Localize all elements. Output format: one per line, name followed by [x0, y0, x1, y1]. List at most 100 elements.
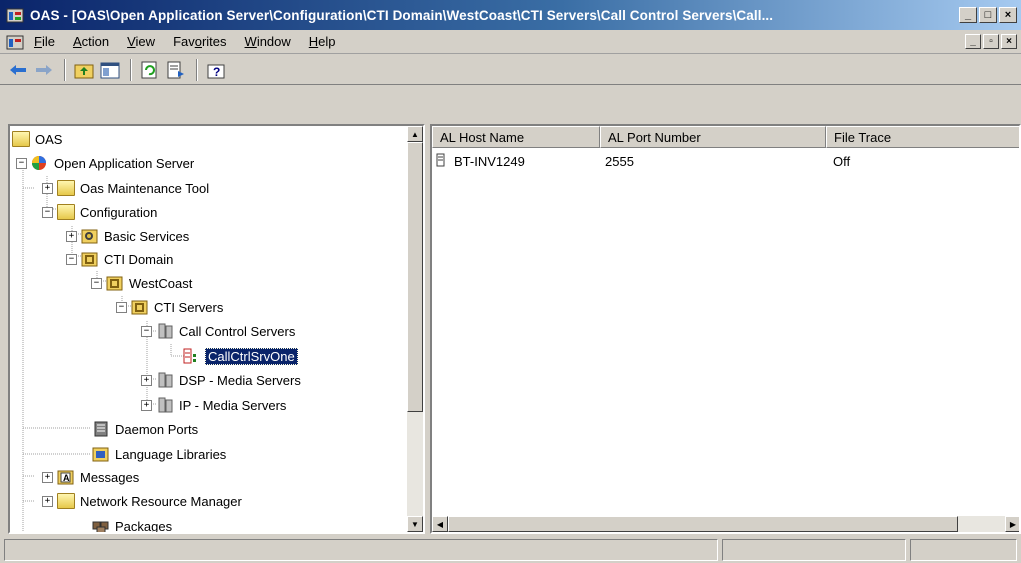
tree-item-configuration[interactable]: − Configuration	[42, 201, 157, 223]
tree-item-daemon-ports[interactable]: Daemon Ports	[92, 418, 198, 440]
scroll-down-button[interactable]: ▼	[407, 516, 423, 532]
menu-bar: File Action View Favorites Window Help _…	[0, 30, 1021, 54]
column-header-port-number[interactable]: AL Port Number	[600, 126, 826, 148]
close-button[interactable]: ×	[999, 7, 1017, 23]
tree-item-label: Packages	[115, 518, 173, 534]
document-icon[interactable]	[6, 33, 24, 51]
domain-icon	[106, 275, 124, 291]
scroll-up-button[interactable]: ▲	[407, 126, 423, 142]
app-icon[interactable]	[6, 6, 24, 24]
menu-window[interactable]: Window	[245, 34, 291, 49]
tree-item-call-control-servers[interactable]: − Call Control Servers	[141, 320, 295, 342]
tree-item-label: Configuration	[80, 204, 158, 220]
scroll-right-button[interactable]: ▶	[1005, 516, 1019, 532]
tree-item-oas-maintenance-tool[interactable]: + Oas Maintenance Tool	[42, 177, 209, 199]
tree-vertical-scrollbar[interactable]: ▲ ▼	[407, 126, 423, 532]
tree-item-open-application-server[interactable]: − Open Application Server	[16, 152, 194, 174]
tree-item-oas[interactable]: OAS	[12, 128, 62, 150]
cell-file-trace: Off	[833, 154, 851, 169]
packages-icon	[92, 518, 110, 532]
refresh-icon[interactable]	[138, 58, 162, 82]
server-group-icon	[156, 372, 174, 388]
tree-item-label: Open Application Server	[54, 155, 195, 171]
svg-text:A: A	[63, 473, 70, 483]
tree-item-label: IP - Media Servers	[179, 397, 287, 413]
server-icon	[31, 155, 49, 171]
collapse-toggle[interactable]: −	[16, 157, 27, 169]
help-icon[interactable]: ?	[204, 58, 228, 82]
tree-item-language-libraries[interactable]: Language Libraries	[92, 443, 226, 465]
tree-item-cti-domain[interactable]: − CTI Domain	[66, 248, 173, 270]
host-row-icon	[436, 153, 446, 170]
expand-toggle[interactable]: +	[42, 182, 53, 194]
tree-item-dsp-media-servers[interactable]: + DSP - Media Servers	[141, 369, 301, 391]
cell-host-name: BT-INV1249	[454, 154, 525, 169]
status-cell-main	[4, 539, 718, 561]
tree-item-label: Language Libraries	[115, 446, 227, 462]
folder-icon	[57, 180, 75, 196]
forward-icon[interactable]	[32, 58, 56, 82]
menu-favorites[interactable]: Favorites	[173, 34, 226, 49]
show-tree-icon[interactable]	[98, 58, 122, 82]
scroll-thumb[interactable]	[407, 142, 423, 412]
ports-icon	[92, 421, 110, 437]
up-folder-icon[interactable]	[72, 58, 96, 82]
back-icon[interactable]	[6, 58, 30, 82]
table-row[interactable]: BT-INV1249 2555 Off	[432, 150, 1019, 172]
svg-text:?: ?	[213, 65, 220, 79]
tree-item-messages[interactable]: + A Messages	[42, 466, 139, 488]
collapse-toggle[interactable]: −	[141, 325, 152, 337]
tree-item-label: Oas Maintenance Tool	[80, 180, 210, 196]
tree-item-label: CTI Domain	[104, 251, 174, 267]
tree-item-label: Daemon Ports	[115, 421, 199, 437]
mdi-restore-button[interactable]: ▫	[983, 34, 999, 49]
maximize-button[interactable]: □	[979, 7, 997, 23]
export-list-icon[interactable]	[164, 58, 188, 82]
status-cell-2	[722, 539, 906, 561]
expand-toggle[interactable]: +	[141, 374, 152, 386]
menu-file[interactable]: File	[34, 34, 55, 49]
tree-item-basic-services[interactable]: + Basic Services	[66, 225, 189, 247]
menu-action[interactable]: Action	[73, 34, 109, 49]
tree-item-label: CallCtrlSrvOne	[205, 347, 298, 365]
collapse-toggle[interactable]: −	[116, 301, 127, 313]
column-header-host-name[interactable]: AL Host Name	[432, 126, 600, 148]
tree-item-cti-servers[interactable]: − CTI Servers	[116, 296, 223, 318]
column-header-file-trace[interactable]: File Trace	[826, 126, 1019, 148]
expand-toggle[interactable]: +	[66, 230, 77, 242]
toolbar-separator	[196, 58, 198, 81]
scroll-left-button[interactable]: ◀	[432, 516, 448, 532]
tree-item-westcoast[interactable]: − WestCoast	[91, 272, 192, 294]
mdi-minimize-button[interactable]: _	[965, 34, 981, 49]
tree-item-network-resource-manager[interactable]: + Network Resource Manager	[42, 490, 242, 512]
tree-item-callctrlsrvone[interactable]: CallCtrlSrvOne	[182, 345, 298, 367]
tree-item-label: Messages	[80, 469, 140, 485]
toolbar-separator	[64, 58, 66, 81]
toolbar-separator	[130, 58, 132, 81]
menu-help[interactable]: Help	[309, 34, 336, 49]
tree-item-ip-media-servers[interactable]: + IP - Media Servers	[141, 394, 286, 416]
console-tree[interactable]: OAS − Open Application Server + Oas Main…	[8, 124, 425, 534]
expand-toggle[interactable]: +	[141, 399, 152, 411]
collapse-toggle[interactable]: −	[42, 206, 53, 218]
collapse-toggle[interactable]: −	[91, 277, 102, 289]
title-bar: OAS - [OAS\Open Application Server\Confi…	[0, 0, 1021, 30]
scroll-thumb[interactable]	[448, 516, 958, 532]
expand-toggle[interactable]: +	[42, 471, 53, 483]
list-horizontal-scrollbar[interactable]: ◀ ▶	[432, 516, 1019, 532]
tree-item-label: Call Control Servers	[179, 323, 296, 339]
library-icon	[92, 446, 110, 462]
collapse-toggle[interactable]: −	[66, 253, 77, 265]
server-group-icon	[156, 323, 174, 339]
menu-view[interactable]: View	[127, 34, 155, 49]
minimize-button[interactable]: _	[959, 7, 977, 23]
status-cell-3	[910, 539, 1017, 561]
tree-item-packages[interactable]: Packages	[92, 515, 173, 534]
result-list[interactable]: AL Host Name AL Port Number File Trace B…	[430, 124, 1021, 534]
tree-item-label: Basic Services	[104, 228, 190, 244]
domain-icon	[131, 299, 149, 315]
mdi-close-button[interactable]: ×	[1001, 34, 1017, 49]
expand-toggle[interactable]: +	[42, 495, 53, 507]
status-bar	[0, 537, 1021, 563]
domain-icon	[81, 251, 99, 267]
